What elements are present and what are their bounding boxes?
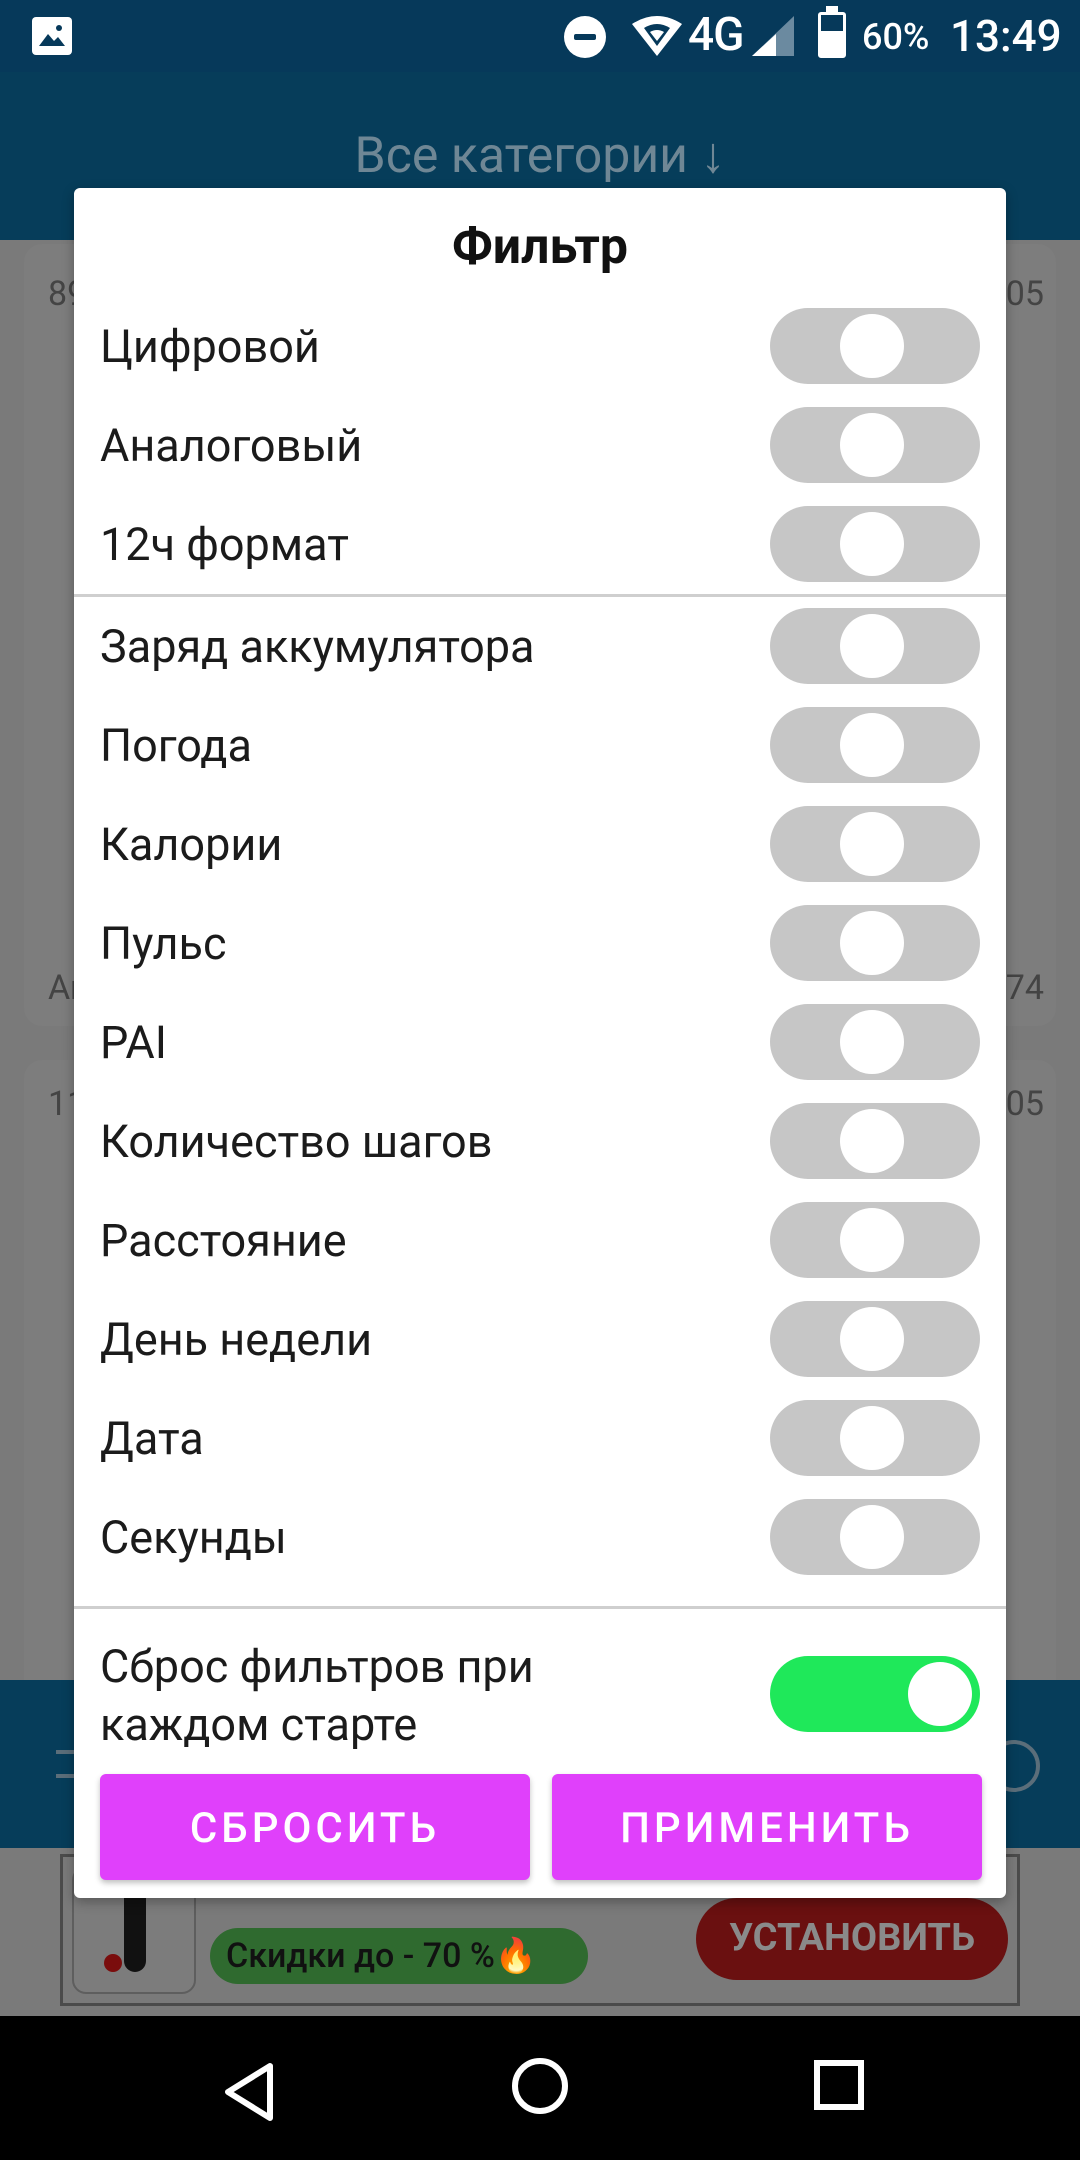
toggle-knob (840, 1208, 904, 1272)
reset-on-start-row[interactable]: Сброс фильтров при каждом старте (74, 1638, 1006, 1758)
filter-toggle[interactable] (770, 1103, 980, 1179)
navigation-bar (0, 2016, 1080, 2160)
filter-toggle[interactable] (770, 707, 980, 783)
recent-apps-icon[interactable] (814, 2060, 864, 2110)
filter-toggle[interactable] (770, 1301, 980, 1377)
reset-button[interactable]: СБРОСИТЬ (100, 1774, 530, 1880)
card-text: 05 (1005, 1084, 1044, 1124)
filter-row-weekday[interactable]: День недели (74, 1291, 1006, 1383)
toggle-knob (840, 1010, 904, 1074)
filter-row-pulse[interactable]: Пульс (74, 895, 1006, 987)
toggle-knob (908, 1662, 972, 1726)
filter-toggle[interactable] (770, 1499, 980, 1575)
filter-toggle[interactable] (770, 905, 980, 981)
back-icon[interactable] (222, 2062, 276, 2122)
filter-label: Заряд аккумулятора (100, 620, 535, 673)
filter-row-distance[interactable]: Расстояние (74, 1192, 1006, 1284)
filter-toggle[interactable] (770, 608, 980, 684)
dialog-title: Фильтр (451, 218, 629, 276)
filter-row-steps[interactable]: Количество шагов (74, 1093, 1006, 1185)
filter-dialog: Фильтр Цифровой Аналоговый 12ч формат За… (74, 188, 1006, 1898)
filter-toggle[interactable] (770, 308, 980, 384)
status-bar: 4G 60% 13:49 (0, 0, 1080, 72)
filter-row-battery[interactable]: Заряд аккумулятора (74, 598, 1006, 690)
filter-toggle[interactable] (770, 506, 980, 582)
filter-toggle[interactable] (770, 407, 980, 483)
toggle-knob (840, 314, 904, 378)
toggle-knob (840, 413, 904, 477)
home-icon[interactable] (512, 2058, 568, 2114)
filter-toggle[interactable] (770, 806, 980, 882)
filter-label: Цифровой (100, 320, 320, 373)
filter-label: 12ч формат (100, 518, 349, 571)
filter-label: Расстояние (100, 1214, 347, 1267)
filter-row-analog[interactable]: Аналоговый (74, 397, 1006, 489)
filter-toggle[interactable] (770, 1202, 980, 1278)
filter-row-digital[interactable]: Цифровой (74, 298, 1006, 390)
toggle-knob (840, 512, 904, 576)
toggle-knob (840, 713, 904, 777)
card-text: 74 (1005, 968, 1044, 1008)
filter-row-weather[interactable]: Погода (74, 697, 1006, 789)
ad-install-button[interactable]: УСТАНОВИТЬ (696, 1898, 1008, 1980)
filter-row-calories[interactable]: Калории (74, 796, 1006, 888)
filter-label: Пульс (100, 917, 227, 970)
filter-label: Дата (100, 1412, 204, 1465)
apply-button[interactable]: ПРИМЕНИТЬ (552, 1774, 982, 1880)
toggle-knob (840, 911, 904, 975)
ad-promo-badge: Скидки до - 70 %🔥 (210, 1928, 588, 1984)
card-text: 05 (1005, 274, 1044, 314)
toggle-knob (840, 1307, 904, 1371)
filter-label: PAI (100, 1016, 167, 1069)
filter-row-seconds[interactable]: Секунды (74, 1489, 1006, 1581)
toggle-knob (840, 1406, 904, 1470)
filter-row-date[interactable]: Дата (74, 1390, 1006, 1482)
reset-on-start-label: Сброс фильтров при каждом старте (100, 1640, 534, 1751)
toggle-knob (840, 812, 904, 876)
cell-signal-icon (752, 16, 794, 56)
battery-percent: 60% (862, 16, 930, 58)
filter-toggle[interactable] (770, 1004, 980, 1080)
filter-toggle[interactable] (770, 1400, 980, 1476)
filter-label: Калории (100, 818, 283, 871)
gallery-notification-icon (32, 17, 72, 55)
toggle-knob (840, 614, 904, 678)
category-selector[interactable]: Все категории ↓ (0, 126, 1080, 185)
filter-label: Количество шагов (100, 1115, 493, 1168)
divider (74, 594, 1006, 597)
battery-icon (818, 6, 846, 58)
filter-label: Секунды (100, 1511, 287, 1564)
do-not-disturb-icon (564, 16, 606, 58)
filter-label: Погода (100, 719, 252, 772)
filter-row-pai[interactable]: PAI (74, 994, 1006, 1086)
toggle-knob (840, 1505, 904, 1569)
filter-label: Аналоговый (100, 419, 363, 472)
clock: 13:49 (950, 10, 1062, 62)
wifi-icon (632, 16, 682, 56)
network-type: 4G (688, 8, 744, 62)
filter-row-12h[interactable]: 12ч формат (74, 496, 1006, 588)
filter-label: День недели (100, 1313, 373, 1366)
reset-on-start-toggle[interactable] (770, 1656, 980, 1732)
divider (74, 1606, 1006, 1609)
toggle-knob (840, 1109, 904, 1173)
